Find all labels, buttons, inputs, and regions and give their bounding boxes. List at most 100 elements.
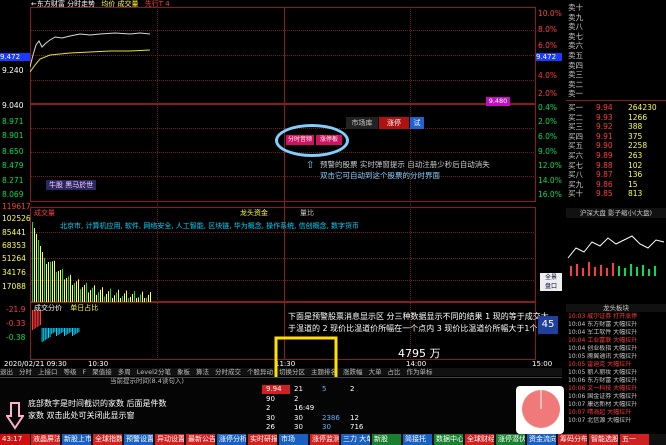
news-item[interactable]: 10:04 军工软件 大幅拉升: [568, 329, 666, 337]
taskbar-button[interactable]: 全球财经: [465, 434, 494, 445]
news-item[interactable]: 10:05 腾翼通讯 大幅拉升: [568, 353, 666, 361]
indicator-bar: [56, 328, 57, 336]
order-book-row[interactable]: 买四 9.91 375: [566, 132, 666, 141]
news-item[interactable]: 10:04 创业板指 大幅拉升: [568, 345, 666, 353]
function-tab[interactable]: 象板: [177, 368, 190, 376]
taskbar-button[interactable]: 智能选股: [589, 434, 618, 445]
order-price: 9.90: [596, 141, 613, 151]
order-price: 9.91: [596, 131, 613, 141]
order-book-row[interactable]: 买八 9.87 136: [566, 170, 666, 179]
volume-axis-label: 51264: [2, 254, 26, 263]
taskbar-button[interactable]: 实时研报: [248, 434, 277, 445]
function-tab[interactable]: 多周: [118, 368, 131, 376]
function-tab[interactable]: 作为单标: [407, 368, 433, 376]
taskbar-button[interactable]: 预警设置: [124, 434, 153, 445]
taskbar-button[interactable]: 简接托: [403, 434, 432, 445]
order-volume: 264230: [628, 103, 657, 112]
function-tab[interactable]: 分时: [19, 368, 32, 376]
indicator-bar: [59, 328, 61, 334]
order-book-row[interactable]: 卖四: [566, 61, 666, 70]
tab-test[interactable]: 试: [410, 117, 424, 129]
grid-line: [30, 176, 536, 177]
order-book-row[interactable]: 卖六: [566, 41, 666, 50]
function-tab[interactable]: 聚值接: [92, 368, 112, 376]
taskbar-button[interactable]: 筹码分布: [558, 434, 587, 445]
taskbar-code[interactable]: 43:17: [0, 434, 30, 445]
order-book-row[interactable]: 卖三: [566, 70, 666, 79]
indicator-label: 成交分价 单日占比: [34, 304, 99, 312]
function-tab[interactable]: 占比: [388, 368, 401, 376]
news-item[interactable]: 10:07 康达新材 大幅拉升: [568, 401, 666, 409]
stock-tag[interactable]: 牛股 黑马於世: [46, 180, 97, 190]
volume-bar: [114, 295, 115, 302]
news-item[interactable]: 10:06 国金证券 大幅拉升: [568, 393, 666, 401]
function-tab[interactable]: 退出: [0, 368, 13, 376]
taskbar-button[interactable]: 异动设置: [155, 434, 184, 445]
taskbar-button[interactable]: 五一: [620, 434, 649, 445]
order-book-row[interactable]: 买九 9.86 15: [566, 180, 666, 189]
indicator-bar: [51, 328, 53, 334]
order-book-row[interactable]: 买二 9.93 1266: [566, 113, 666, 122]
news-item[interactable]: 10:04 东方财富 大幅拉升: [568, 321, 666, 329]
pct-axis-label: 8.0%: [538, 25, 558, 34]
volume-top-label-2: 量比: [300, 209, 314, 217]
voice-alert-button[interactable]: 分时音频播报: [286, 135, 314, 145]
pct-axis-label: 10.0%: [538, 9, 562, 18]
order-book-row[interactable]: 卖八: [566, 22, 666, 31]
function-tab[interactable]: 大单: [369, 368, 382, 376]
volume-axis-label: 85441: [2, 228, 26, 237]
news-item[interactable]: 10:03 威尔证券 打开涨停: [568, 313, 666, 321]
news-item[interactable]: 10:04 工业富联 大幅拉升: [568, 337, 666, 345]
tab-limit-up[interactable]: 涨停: [379, 117, 409, 129]
taskbar-button[interactable]: 资金流向: [527, 434, 556, 445]
news-item[interactable]: 10:06 东方财富 大幅拉升: [568, 377, 666, 385]
order-book-row[interactable]: 买六 9.89 263: [566, 151, 666, 160]
news-item[interactable]: 10:07 晴海起 大幅拉升: [568, 409, 666, 417]
function-tab[interactable]: 分时成交: [215, 368, 241, 376]
function-tab[interactable]: 等级: [64, 368, 77, 376]
order-book-row[interactable]: 买七 9.88 102: [566, 161, 666, 170]
order-book-row[interactable]: 卖七: [566, 32, 666, 41]
taskbar-button[interactable]: 全球指数: [93, 434, 122, 445]
notice-hint: 预警的股票 实时弹窗提示 自动注册少秒后自动消失: [320, 160, 490, 169]
order-book-row[interactable]: 卖九: [566, 13, 666, 22]
price-tag-right: 9.472: [536, 53, 562, 61]
volume-bar: [110, 288, 111, 302]
taskbar-button[interactable]: 涨停监测: [310, 434, 339, 445]
order-book-row[interactable]: 卖十: [566, 3, 666, 12]
order-book-row[interactable]: 买五 9.90 2258: [566, 141, 666, 150]
taskbar-button[interactable]: 液晶屏法: [31, 434, 60, 445]
volume-bar: [84, 284, 85, 302]
function-tab[interactable]: F: [83, 368, 87, 376]
taskbar-button[interactable]: 涨停潜伏: [496, 434, 525, 445]
order-book-row[interactable]: 卖一: [566, 89, 666, 98]
volume-bar: [88, 292, 89, 302]
tab-market[interactable]: 市场库: [346, 117, 378, 129]
news-item[interactable]: 10:06 文一科技 大幅拉升: [568, 385, 666, 393]
function-tab[interactable]: 上接口: [38, 368, 58, 376]
taskbar-button[interactable]: 新股: [372, 434, 401, 445]
pct-axis-label: 12.0%: [538, 161, 562, 170]
taskbar-button[interactable]: 数据中心: [434, 434, 463, 445]
order-book-row[interactable]: 卖二: [566, 80, 666, 89]
function-tab[interactable]: Level2分笔: [137, 368, 171, 376]
limit-board-button[interactable]: 涨停板: [316, 135, 342, 145]
taskbar-button[interactable]: 涨停分析: [217, 434, 246, 445]
news-item[interactable]: 10:05 丽人丽妆 大幅拉升: [568, 369, 666, 377]
volume-bar: [32, 222, 33, 302]
order-book-row[interactable]: 买三 9.92 388: [566, 122, 666, 131]
news-item[interactable]: 10:07 北信源 大幅拉升: [568, 417, 666, 425]
function-tab[interactable]: 算法: [196, 368, 209, 376]
order-level-label: 卖十: [568, 3, 583, 12]
taskbar-button[interactable]: 三力 大单: [341, 434, 370, 445]
taskbar-button[interactable]: 市场: [279, 434, 308, 445]
order-book-row[interactable]: 买一 9.94 264230: [566, 103, 666, 112]
full-view-button[interactable]: 全景 盘口: [540, 273, 562, 291]
volume-caption: 成交量: [34, 208, 55, 218]
news-item[interactable]: 10:05 雷迪克 大幅拉升: [568, 361, 666, 369]
taskbar-button[interactable]: 最新公告: [186, 434, 215, 445]
taskbar-button[interactable]: 新股上市: [62, 434, 91, 445]
order-level-label: 卖九: [568, 12, 583, 22]
order-book-row[interactable]: 卖五: [566, 51, 666, 60]
order-book-row[interactable]: 买十 9.85 813: [566, 189, 666, 198]
